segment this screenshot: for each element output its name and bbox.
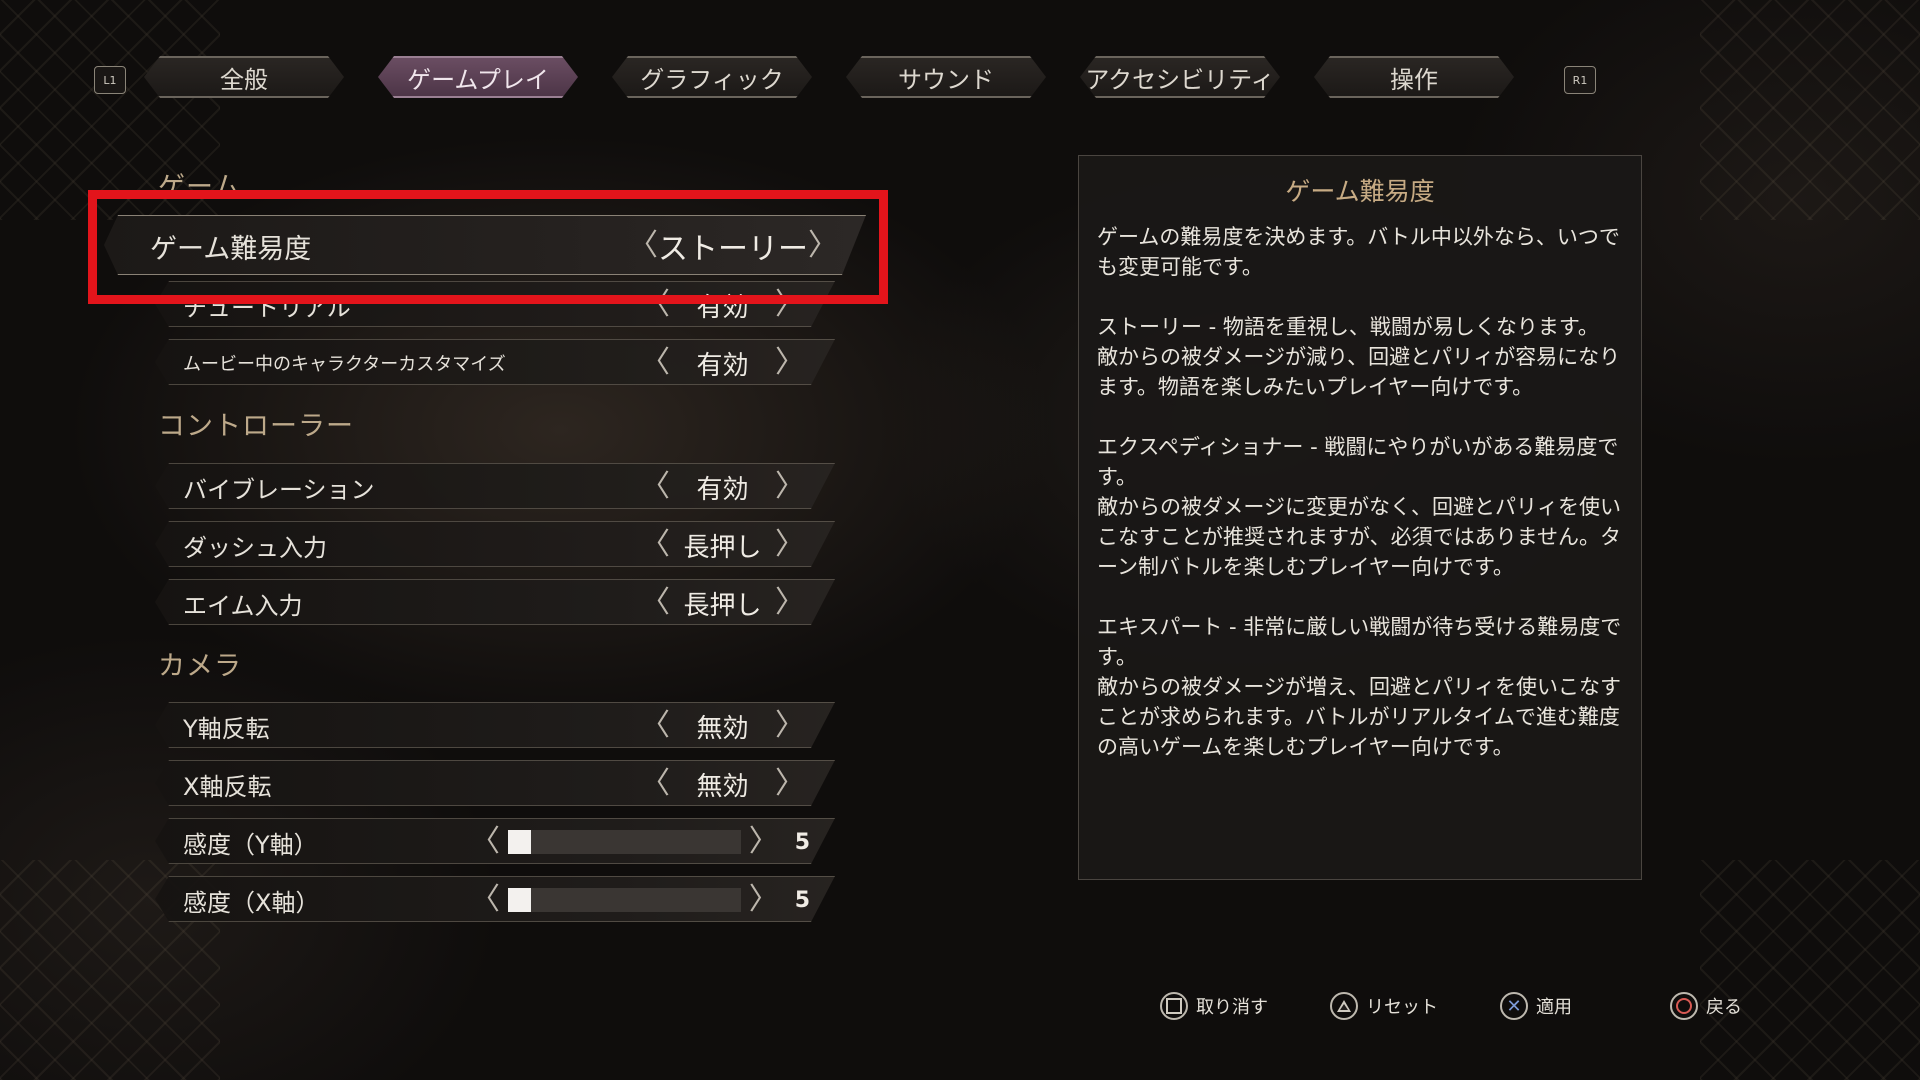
chevron-right-icon[interactable]: 〉 — [775, 472, 805, 502]
description-body: ゲームの難易度を決めます。バトル中以外なら、いつでも変更可能です。 ストーリー … — [1097, 222, 1623, 762]
square-button-icon — [1160, 992, 1188, 1020]
setting-row-sensitivity-y[interactable]: 感度（Y軸） 〈 〉 5 — [155, 818, 835, 864]
button-hints: 取り消す リセット ✕ 適用 戻る — [1160, 992, 1780, 1028]
chevron-left-icon[interactable]: 〈 — [628, 231, 658, 261]
description-title: ゲーム難易度 — [1285, 177, 1435, 206]
chevron-right-icon[interactable]: 〉 — [775, 711, 805, 741]
l1-button-icon[interactable]: L1 — [94, 66, 126, 94]
chevron-left-icon[interactable]: 〈 — [640, 588, 670, 618]
chevron-right-icon[interactable]: 〉 — [775, 348, 805, 378]
reset-button[interactable]: リセット — [1330, 992, 1438, 1020]
circle-button-icon — [1670, 992, 1698, 1020]
chevron-right-icon[interactable]: 〉 — [808, 231, 838, 261]
setting-label: X軸反転 — [183, 772, 272, 801]
chevron-right-icon[interactable]: 〉 — [775, 588, 805, 618]
setting-value: 有効 — [696, 350, 749, 381]
chevron-left-icon[interactable]: 〈 — [640, 530, 670, 560]
description-panel: ゲーム難易度 ゲームの難易度を決めます。バトル中以外なら、いつでも変更可能です。… — [1078, 155, 1642, 880]
setting-value: 長押し — [683, 590, 762, 621]
sensitivity-y-slider[interactable] — [508, 830, 741, 854]
setting-label: Y軸反転 — [183, 714, 270, 743]
tab-gameplay[interactable]: ゲームプレイ — [378, 56, 578, 98]
setting-value: 無効 — [696, 771, 749, 802]
section-title-camera: カメラ — [158, 651, 242, 682]
tab-accessibility[interactable]: アクセシビリティ — [1080, 56, 1280, 98]
chevron-left-icon[interactable]: 〈 — [640, 472, 670, 502]
r1-button-icon[interactable]: R1 — [1564, 66, 1596, 94]
ornament-bottom-right — [1700, 860, 1920, 1080]
setting-value: 有効 — [696, 474, 749, 505]
triangle-button-icon — [1330, 992, 1358, 1020]
setting-value: 長押し — [683, 532, 762, 563]
slider-fill — [508, 830, 531, 854]
reset-label: リセット — [1366, 997, 1438, 1018]
back-label: 戻る — [1706, 997, 1742, 1018]
chevron-left-icon[interactable]: 〈 — [470, 885, 500, 915]
setting-value: ストーリー — [658, 232, 808, 267]
cancel-label: 取り消す — [1196, 997, 1268, 1018]
chevron-right-icon[interactable]: 〉 — [775, 530, 805, 560]
slider-fill — [508, 888, 531, 912]
chevron-left-icon[interactable]: 〈 — [640, 711, 670, 741]
ornament-top-right — [1700, 0, 1920, 220]
cross-button-icon: ✕ — [1500, 992, 1528, 1020]
cancel-button[interactable]: 取り消す — [1160, 992, 1268, 1020]
chevron-left-icon[interactable]: 〈 — [470, 827, 500, 857]
tab-bar: L1 全般 ゲームプレイ グラフィック サウンド アクセシビリティ 操作 R1 — [94, 54, 1596, 102]
setting-label: ゲーム難易度 — [150, 233, 312, 265]
slider-value: 5 — [794, 829, 810, 855]
setting-value: 無効 — [696, 713, 749, 744]
chevron-right-icon[interactable]: 〉 — [749, 885, 779, 915]
description-paragraph: ゲームの難易度を決めます。バトル中以外なら、いつでも変更可能です。 — [1097, 225, 1620, 279]
setting-label: ムービー中のキャラクターカスタマイズ — [183, 354, 506, 375]
apply-button[interactable]: ✕ 適用 — [1500, 992, 1572, 1020]
setting-label: 感度（X軸） — [183, 888, 320, 917]
apply-label: 適用 — [1536, 997, 1572, 1018]
setting-label: 感度（Y軸） — [183, 830, 318, 859]
setting-row-vibration[interactable]: バイブレーション 〈 有効 〉 — [155, 463, 835, 509]
description-paragraph: エクスペディショナー - 戦闘にやりがいがある難易度です。 敵からの被ダメージに… — [1097, 435, 1621, 579]
setting-label: ダッシュ入力 — [183, 533, 327, 562]
description-paragraph: ストーリー - 物語を重視し、戦闘が易しくなります。 敵からの被ダメージが減り、… — [1097, 315, 1621, 399]
description-paragraph: エキスパート - 非常に厳しい戦闘が待ち受ける難易度です。 敵からの被ダメージが… — [1097, 615, 1622, 759]
setting-row-difficulty[interactable]: ゲーム難易度 〈 ストーリー 〉 — [104, 215, 866, 275]
slider-value: 5 — [794, 887, 810, 913]
setting-label: バイブレーション — [183, 475, 375, 504]
tab-sound[interactable]: サウンド — [846, 56, 1046, 98]
setting-row-invert-y[interactable]: Y軸反転 〈 無効 〉 — [155, 702, 835, 748]
chevron-right-icon[interactable]: 〉 — [749, 827, 779, 857]
chevron-right-icon[interactable]: 〉 — [775, 769, 805, 799]
setting-row-dash-input[interactable]: ダッシュ入力 〈 長押し 〉 — [155, 521, 835, 567]
sensitivity-x-slider[interactable] — [508, 888, 741, 912]
tab-general[interactable]: 全般 — [144, 56, 344, 98]
setting-label: エイム入力 — [183, 591, 303, 620]
tab-controls[interactable]: 操作 — [1314, 56, 1514, 98]
setting-row-invert-x[interactable]: X軸反転 〈 無効 〉 — [155, 760, 835, 806]
setting-row-aim-input[interactable]: エイム入力 〈 長押し 〉 — [155, 579, 835, 625]
chevron-left-icon[interactable]: 〈 — [640, 348, 670, 378]
chevron-left-icon[interactable]: 〈 — [640, 769, 670, 799]
section-title-controller: コントローラー — [158, 411, 354, 442]
back-button[interactable]: 戻る — [1670, 992, 1742, 1020]
setting-row-movie-customize[interactable]: ムービー中のキャラクターカスタマイズ 〈 有効 〉 — [155, 339, 835, 385]
tab-graphics[interactable]: グラフィック — [612, 56, 812, 98]
setting-row-sensitivity-x[interactable]: 感度（X軸） 〈 〉 5 — [155, 876, 835, 922]
